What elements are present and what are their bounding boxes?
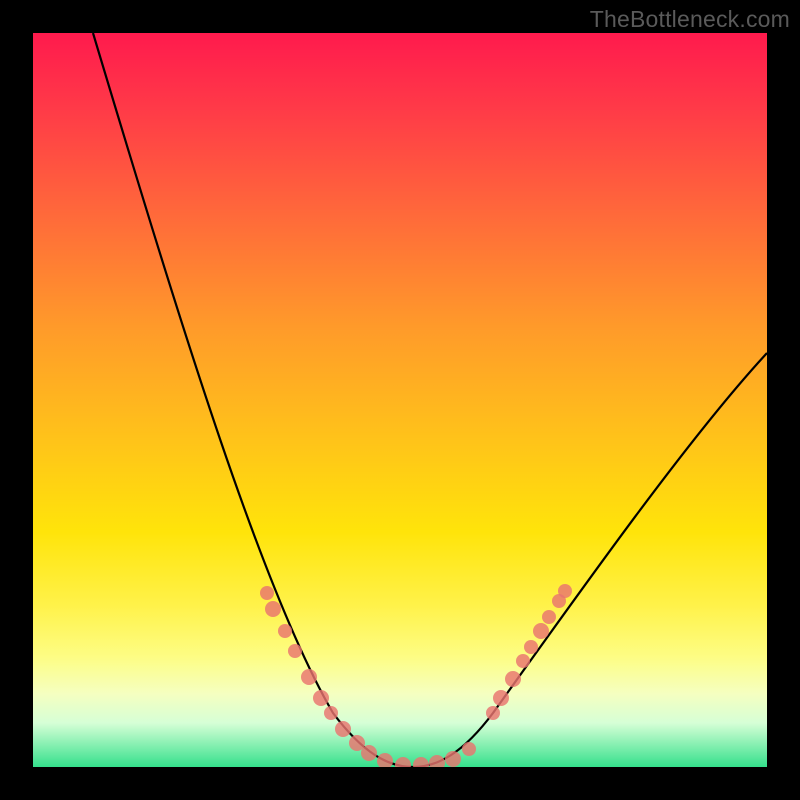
data-point [395, 757, 411, 767]
data-point [516, 654, 530, 668]
data-point [265, 601, 281, 617]
data-point [445, 751, 461, 767]
data-point [413, 757, 429, 767]
data-point [313, 690, 329, 706]
data-point [288, 644, 302, 658]
data-point [524, 640, 538, 654]
data-point [493, 690, 509, 706]
watermark-text: TheBottleneck.com [590, 6, 790, 33]
data-point [377, 753, 393, 767]
data-point [301, 669, 317, 685]
plot-area [33, 33, 767, 767]
curve-layer [33, 33, 767, 767]
left-curve [93, 33, 413, 767]
data-point [558, 584, 572, 598]
data-point [462, 742, 476, 756]
data-point [542, 610, 556, 624]
data-point [335, 721, 351, 737]
data-point [361, 745, 377, 761]
data-point [486, 706, 500, 720]
right-curve [413, 353, 767, 767]
chart-frame: TheBottleneck.com [0, 0, 800, 800]
data-point [505, 671, 521, 687]
data-point [533, 623, 549, 639]
data-point [278, 624, 292, 638]
data-point [260, 586, 274, 600]
data-point [429, 755, 445, 767]
markers [260, 584, 572, 767]
data-point [324, 706, 338, 720]
